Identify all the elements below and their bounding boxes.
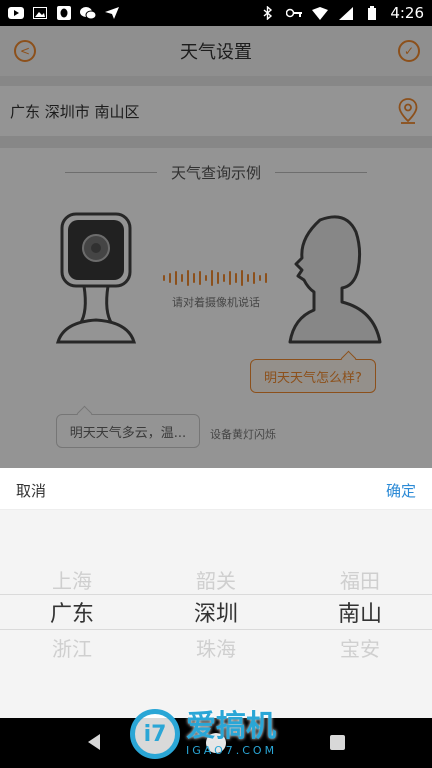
watermark-domain: IGAO7.COM: [186, 744, 278, 757]
watermark: i7 爱搞机 IGAO7.COM: [130, 706, 310, 762]
qq-icon: [56, 6, 72, 20]
nav-back-icon[interactable]: [88, 734, 100, 750]
district-wheel[interactable]: 福田 南山 宝安: [288, 564, 432, 666]
nav-recent-apps-icon[interactable]: [330, 735, 345, 750]
signal-icon: [338, 6, 354, 20]
wifi-icon: [312, 6, 329, 20]
province-wheel[interactable]: 上海 广东 浙江: [0, 564, 144, 666]
picker-option[interactable]: 宝安: [288, 632, 432, 666]
picker-option-selected[interactable]: 深圳: [144, 598, 288, 632]
picker-option-selected[interactable]: 广东: [0, 598, 144, 632]
watermark-name: 爱搞机: [186, 709, 276, 744]
picker-option[interactable]: 浙江: [0, 632, 144, 666]
youtube-icon: [8, 6, 24, 20]
picker-option[interactable]: 福田: [288, 564, 432, 598]
key-icon: [286, 6, 303, 20]
dim-overlay[interactable]: [0, 26, 432, 468]
region-picker[interactable]: 上海 广东 浙江 韶关 深圳 珠海 福田 南山 宝安: [0, 510, 432, 718]
status-time: 4:26: [390, 4, 424, 22]
picker-option[interactable]: 上海: [0, 564, 144, 598]
picker-option[interactable]: 韶关: [144, 564, 288, 598]
picker-toolbar: 取消 确定: [0, 468, 432, 510]
wechat-icon: [80, 6, 96, 20]
picker-option-selected[interactable]: 南山: [288, 598, 432, 632]
picker-option[interactable]: 珠海: [144, 632, 288, 666]
battery-icon: [364, 6, 380, 20]
status-bar: 4:26: [0, 0, 432, 26]
send-icon: [104, 6, 120, 20]
image-icon: [32, 6, 48, 20]
city-wheel[interactable]: 韶关 深圳 珠海: [144, 564, 288, 666]
ok-button[interactable]: 确定: [386, 480, 416, 501]
cancel-button[interactable]: 取消: [16, 480, 46, 501]
watermark-logo-icon: i7: [130, 709, 180, 759]
bluetooth-icon: [260, 6, 276, 20]
